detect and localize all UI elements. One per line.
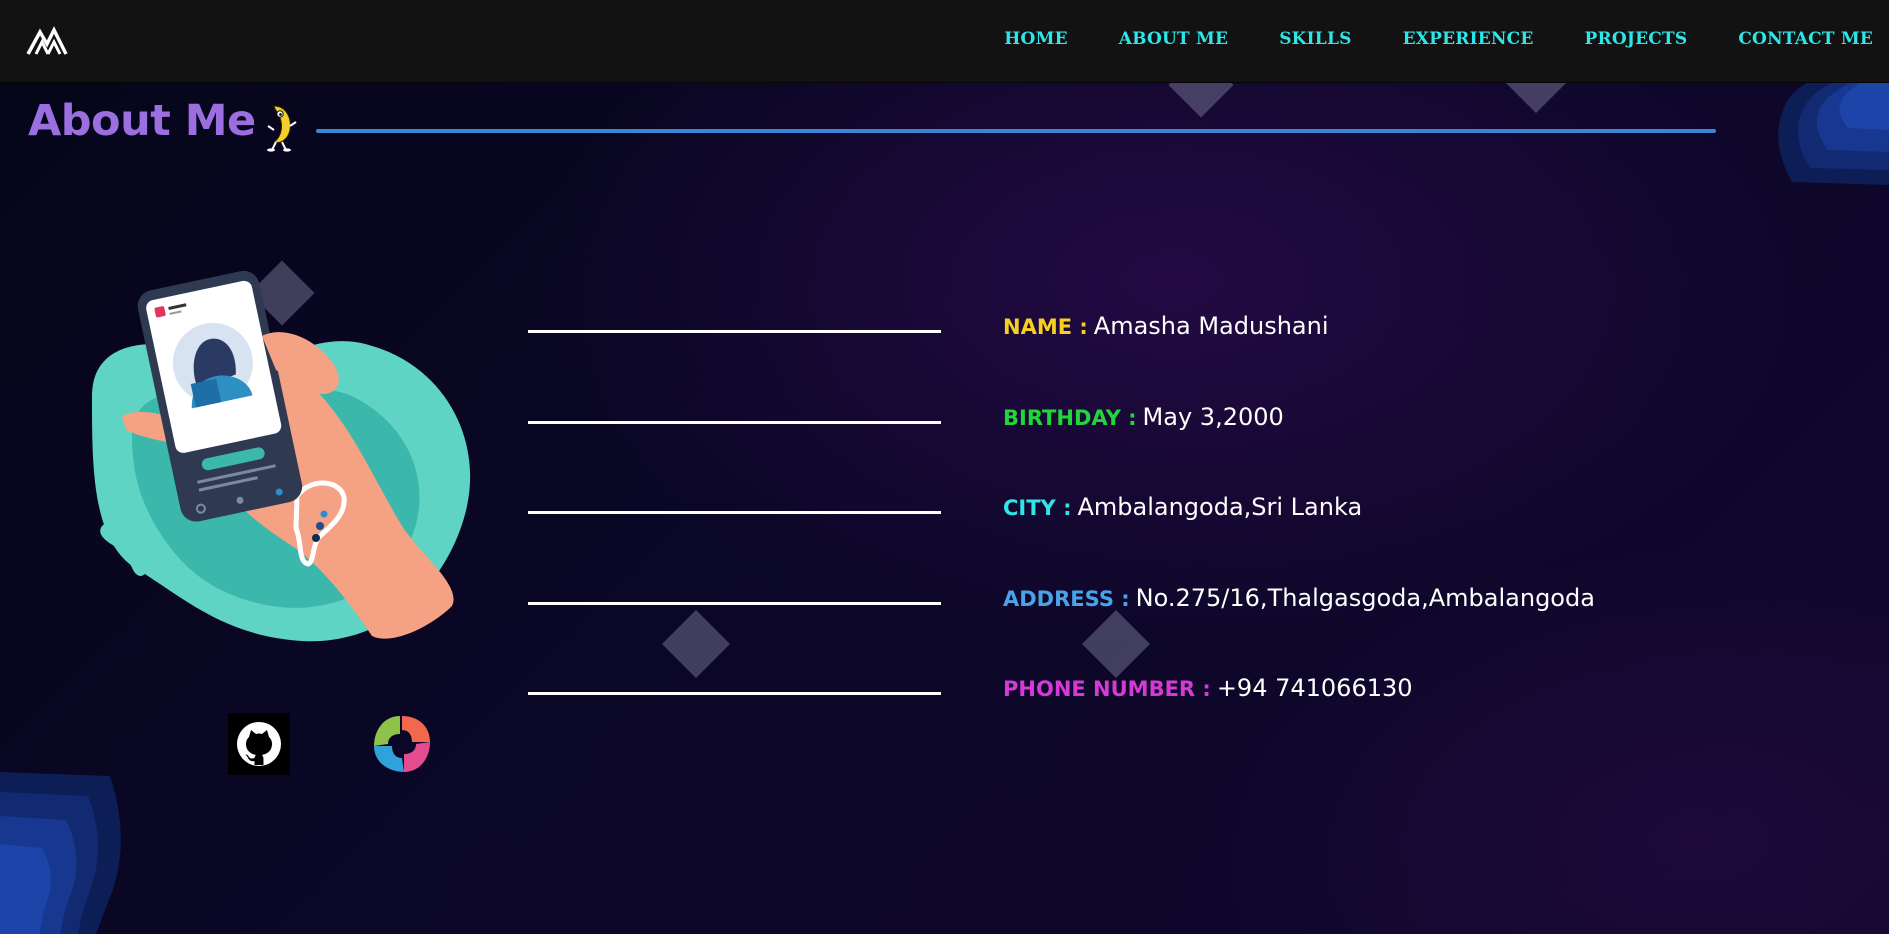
phone-in-hand-illustration xyxy=(92,270,471,642)
detail-value-phone: +94 741066130 xyxy=(1216,674,1413,702)
nav-menu: HOME ABOUT ME SKILLS EXPERIENCE PROJECTS… xyxy=(953,0,1873,78)
nav-about-me[interactable]: ABOUT ME xyxy=(1119,29,1228,49)
personal-details-list: NAME : Amasha Madushani BIRTHDAY : May 3,2… xyxy=(528,300,1828,753)
detail-label-birthday: BIRTHDAY : xyxy=(1003,405,1137,430)
detail-text: NAME : Amasha Madushani xyxy=(1003,312,1329,340)
title-underline xyxy=(316,129,1716,133)
detail-row-address: ADDRESS : No.275/16,Thalgasgoda,Ambalango… xyxy=(528,572,1828,663)
nav-contact-me[interactable]: CONTACT ME xyxy=(1738,29,1873,49)
nav-experience[interactable]: EXPERIENCE xyxy=(1403,29,1534,49)
detail-row-name: NAME : Amasha Madushani xyxy=(528,300,1828,391)
detail-divider-line xyxy=(528,692,941,695)
detail-divider-line xyxy=(528,420,941,424)
detail-text: ADDRESS : No.275/16,Thalgasgoda,Ambalango… xyxy=(1003,584,1595,612)
social-links xyxy=(228,712,438,776)
detail-row-city: CITY : Ambalangoda,Sri Lanka xyxy=(528,481,1828,572)
sololearn-button[interactable] xyxy=(370,712,434,776)
detail-value-address: No.275/16,Thalgasgoda,Ambalangoda xyxy=(1135,583,1595,612)
detail-label-city: CITY : xyxy=(1003,496,1072,520)
detail-label-address: ADDRESS : xyxy=(1003,586,1130,611)
sololearn-icon xyxy=(374,716,430,772)
detail-divider-line xyxy=(528,511,941,514)
detail-row-birthday: BIRTHDAY : May 3,2000 xyxy=(528,391,1828,482)
detail-text: PHONE NUMBER : +94 741066130 xyxy=(1003,674,1413,702)
dancing-banana-icon xyxy=(267,105,297,152)
wave-decoration-bottom-left xyxy=(0,772,121,934)
nav-home[interactable]: HOME xyxy=(1004,29,1067,49)
section-header: About Me xyxy=(28,96,1728,152)
github-button[interactable] xyxy=(228,713,290,775)
detail-label-phone: PHONE NUMBER : xyxy=(1003,677,1211,701)
detail-text: CITY : Ambalangoda,Sri Lanka xyxy=(1003,493,1362,521)
section-title: About Me xyxy=(28,96,256,146)
detail-label-name: NAME : xyxy=(1003,315,1088,339)
detail-value-name: Amasha Madushani xyxy=(1093,312,1329,340)
detail-text: BIRTHDAY : May 3,2000 xyxy=(1003,403,1284,431)
nav-skills[interactable]: SKILLS xyxy=(1279,29,1351,49)
logo-icon[interactable] xyxy=(26,20,68,56)
detail-value-city: Ambalangoda,Sri Lanka xyxy=(1077,493,1363,521)
wave-decoration-top-right xyxy=(1778,70,1889,185)
detail-value-birthday: May 3,2000 xyxy=(1142,402,1284,431)
detail-row-phone: PHONE NUMBER : +94 741066130 xyxy=(528,662,1828,753)
github-icon xyxy=(237,722,281,766)
navbar: HOME ABOUT ME SKILLS EXPERIENCE PROJECTS… xyxy=(0,0,1889,83)
detail-divider-line xyxy=(528,601,941,605)
nav-projects[interactable]: PROJECTS xyxy=(1585,29,1688,49)
detail-divider-line xyxy=(528,330,941,333)
